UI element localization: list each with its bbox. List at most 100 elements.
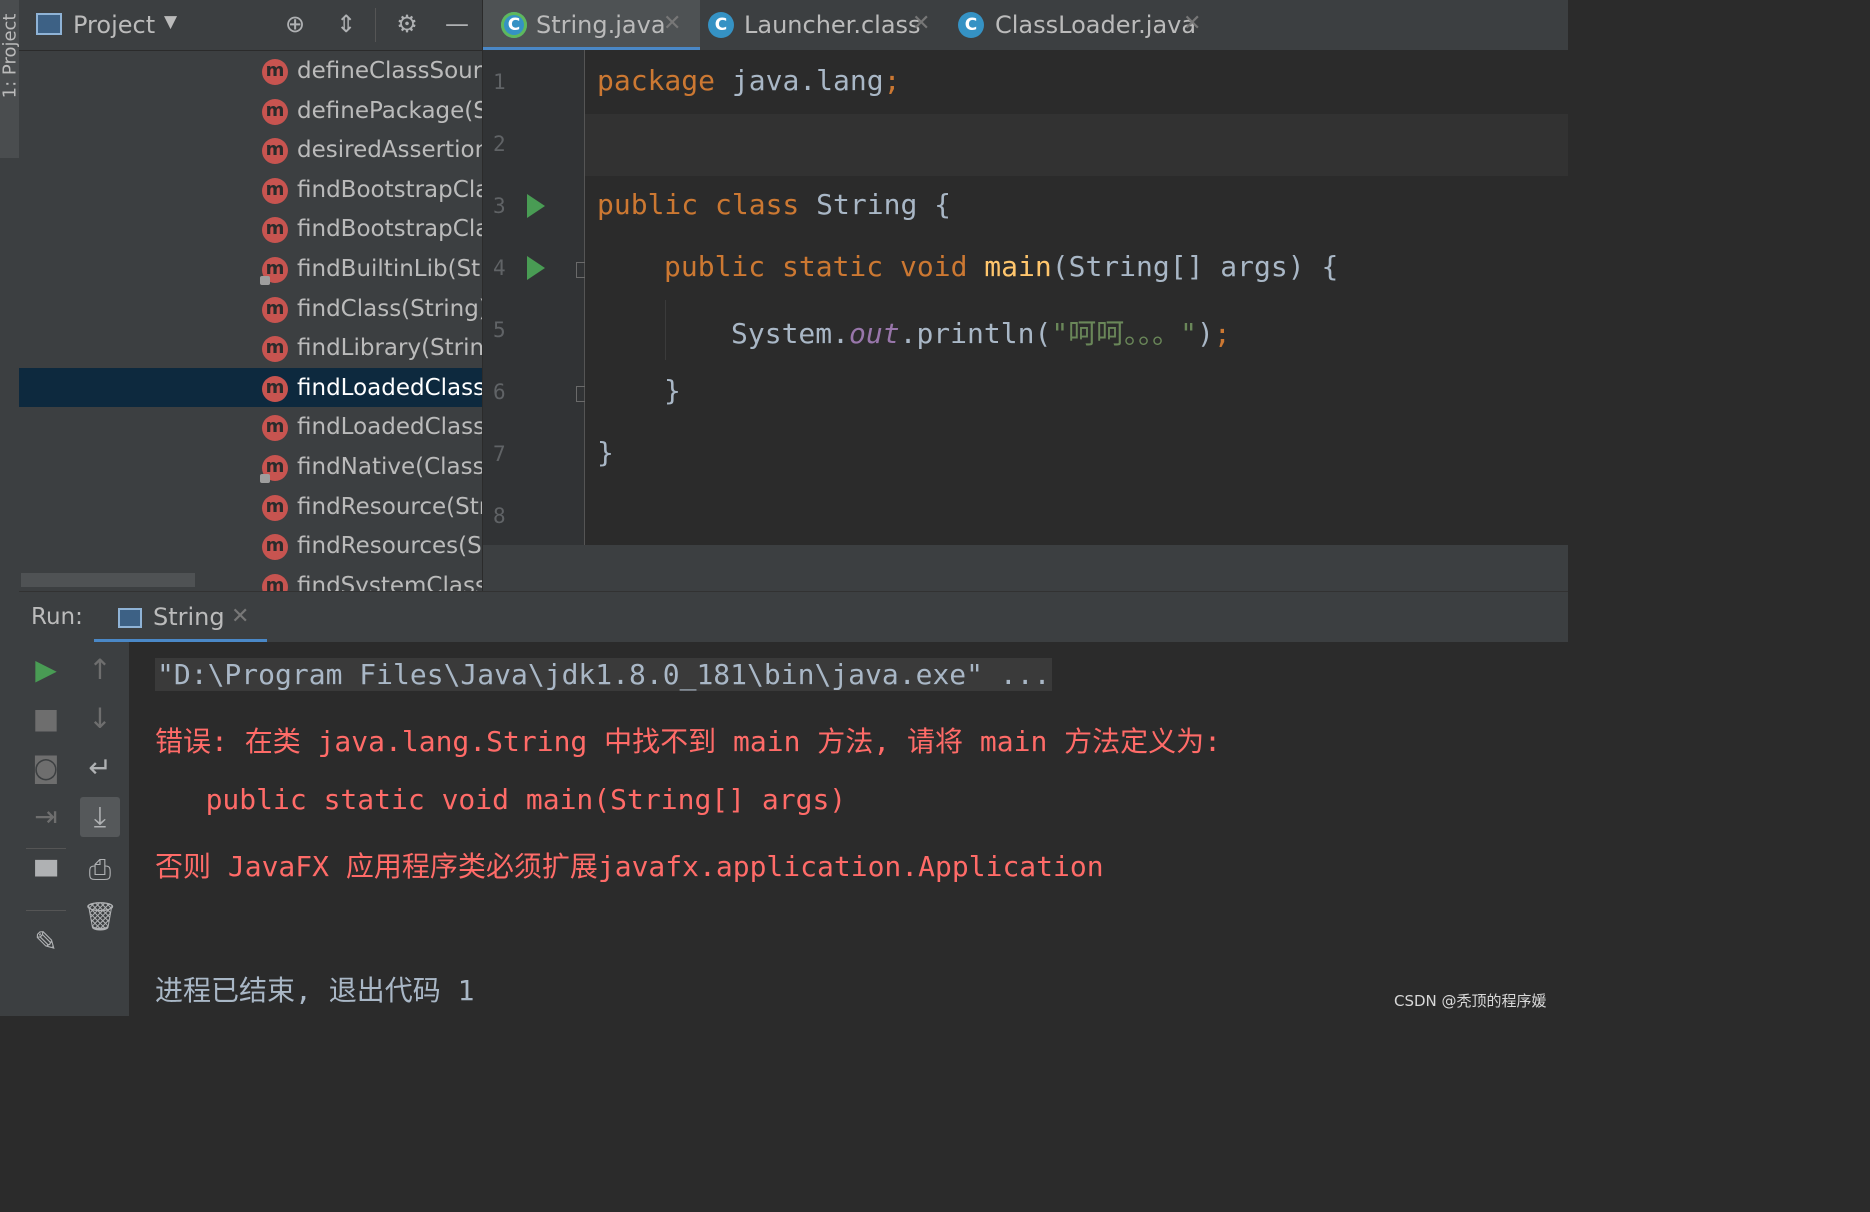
toolbar-separator (26, 910, 66, 911)
method-icon: m (262, 494, 288, 521)
method-label: desiredAssertionS (297, 137, 482, 164)
method-label: findSystemClass( (297, 572, 482, 591)
toolbar-separator (26, 848, 66, 849)
print-icon[interactable]: ⎙ (80, 850, 120, 890)
tree-row[interactable]: m findClass(String): (19, 289, 482, 329)
soft-wrap-icon[interactable]: ↵ (80, 748, 120, 788)
pin-icon[interactable]: ✎ (26, 922, 66, 962)
method-label: definePackage(St (297, 97, 482, 124)
line-number: 1 (493, 70, 506, 94)
editor-bottom-area (483, 545, 1568, 591)
close-icon[interactable]: ✕ (231, 604, 249, 629)
method-label: findBuiltinLib(Stri (297, 256, 482, 282)
method-icon: m (260, 257, 288, 285)
method-label: defineClassSourc (297, 58, 482, 84)
close-icon[interactable]: ✕ (1183, 11, 1201, 36)
method-icon: m (260, 455, 288, 483)
project-view-selector[interactable]: Project (73, 10, 155, 40)
java-class-icon: C (501, 12, 527, 38)
arrow-up-icon[interactable]: ↑ (80, 650, 120, 690)
console-error-line: 错误: 在类 java.lang.String 中找不到 main 方法, 请将… (155, 725, 1222, 758)
tree-row[interactable]: m definePackage(St (19, 91, 482, 131)
close-icon[interactable]: ✕ (663, 11, 681, 36)
tree-row-selected[interactable]: m findLoadedClass( (19, 367, 482, 408)
close-icon[interactable]: ✕ (912, 11, 930, 36)
code-line-4: public static void main(String[] args) { (664, 250, 1339, 283)
tab-launcher-class[interactable]: C Launcher.class ✕ (700, 0, 950, 50)
method-label: findLibrary(String (297, 335, 482, 362)
line-number: 8 (493, 504, 506, 528)
tab-classloader-java[interactable]: C ClassLoader.java ✕ (950, 0, 1216, 50)
trash-icon[interactable]: 🗑 (80, 897, 120, 937)
editor-gutter: 1 2 3 4 5 6 7 8 (483, 50, 592, 545)
tab-label: Launcher.class (744, 11, 921, 39)
run-toolbar: ▶ ↑ ■ ↓ ◙ ↵ ⇥ ⤓ ▀ ⎙ 🗑 ✎ (19, 642, 129, 1016)
watermark: CSDN @秃顶的程序媛 (1394, 992, 1547, 1010)
toolbar-separator (375, 8, 376, 42)
run-gutter-icon[interactable] (527, 194, 545, 218)
tree-row[interactable]: m findResources(Str (19, 526, 482, 566)
tab-label: String.java (536, 11, 666, 39)
camera-icon[interactable]: ◙ (26, 748, 66, 788)
method-label: findBootstrapClas (297, 216, 482, 243)
editor-tab-bar: C String.java ✕ C Launcher.class ✕ C Cla… (483, 0, 1568, 51)
line-number: 5 (493, 318, 506, 342)
chevron-down-icon[interactable]: ▼ (164, 12, 177, 32)
rerun-icon[interactable]: ▶ (26, 650, 66, 690)
method-icon: m (262, 217, 288, 244)
tab-label: ClassLoader.java (995, 11, 1197, 39)
locate-icon[interactable]: ⊕ (281, 10, 309, 38)
arrow-down-icon[interactable]: ↓ (80, 699, 120, 739)
collapse-all-icon[interactable]: ⇕ (332, 10, 360, 38)
run-gutter-icon[interactable] (527, 256, 545, 280)
tree-row[interactable]: m findBootstrapClas (19, 209, 482, 249)
console-icon (118, 608, 142, 628)
method-icon: m (262, 415, 288, 442)
code-line-6: } (664, 374, 681, 407)
method-icon: m (262, 98, 288, 125)
tree-row[interactable]: m findResource(Stri (19, 487, 482, 527)
horizontal-scrollbar[interactable] (21, 573, 195, 587)
console-output[interactable]: "D:\Program Files\Java\jdk1.8.0_181\bin\… (129, 642, 1568, 1016)
code-line-7: } (597, 436, 614, 469)
tree-row[interactable]: m desiredAssertionS (19, 130, 482, 170)
tree-row[interactable]: m findBuiltinLib(Stri (19, 249, 482, 289)
code-line-5: System.out.println("呵呵。。。"); (731, 317, 1231, 350)
run-tab-label: String (153, 603, 225, 631)
project-panel-header: Project ▼ ⊕ ⇕ ⚙ — (19, 0, 482, 51)
scroll-to-end-icon[interactable]: ⤓ (80, 797, 120, 837)
method-label: findResources(Str (297, 533, 482, 560)
tree-row[interactable]: m findNative(ClassL (19, 447, 482, 487)
method-label: findClass(String): (297, 295, 482, 322)
code-line-3: public class String { (597, 188, 952, 221)
method-icon: m (262, 573, 288, 591)
tree-row[interactable]: m findLoadedClass0 (19, 407, 482, 447)
method-label: findLoadedClass( (297, 374, 482, 401)
gear-icon[interactable]: ⚙ (393, 10, 421, 38)
project-tool-window-tab[interactable]: 1: Project (0, 0, 21, 158)
tree-row[interactable]: m findBootstrapClas (19, 170, 482, 210)
minimize-icon[interactable]: — (443, 10, 471, 38)
lock-icon (260, 276, 270, 285)
method-label: findResource(Stri (297, 493, 482, 520)
run-label: Run: (31, 604, 83, 630)
console-exit-line: 进程已结束, 退出代码 1 (155, 974, 475, 1007)
method-icon: m (262, 177, 288, 204)
run-tab-string[interactable]: String ✕ (94, 592, 267, 643)
stop-icon[interactable]: ■ (26, 699, 66, 739)
tree-row[interactable]: m defineClassSourc (19, 51, 482, 91)
project-view-icon (36, 13, 62, 35)
project-panel: Project ▼ ⊕ ⇕ ⚙ — m defineClassSourc m d… (19, 0, 482, 591)
method-label: findNative(ClassL (297, 454, 482, 480)
structure-tree: m defineClassSourc m definePackage(St m … (19, 51, 482, 591)
restore-layout-icon[interactable]: ⇥ (26, 797, 66, 837)
method-label: findBootstrapClas (297, 176, 482, 203)
line-number: 6 (493, 380, 506, 404)
code-line-1: package java.lang; (597, 64, 901, 97)
run-panel-header: Run: String ✕ (19, 591, 1568, 643)
layout-icon[interactable]: ▀ (26, 857, 66, 897)
line-number: 3 (493, 194, 506, 218)
method-label: findLoadedClass0 (297, 414, 482, 441)
tree-row[interactable]: m findLibrary(String (19, 328, 482, 368)
tab-string-java[interactable]: C String.java ✕ (483, 0, 700, 50)
